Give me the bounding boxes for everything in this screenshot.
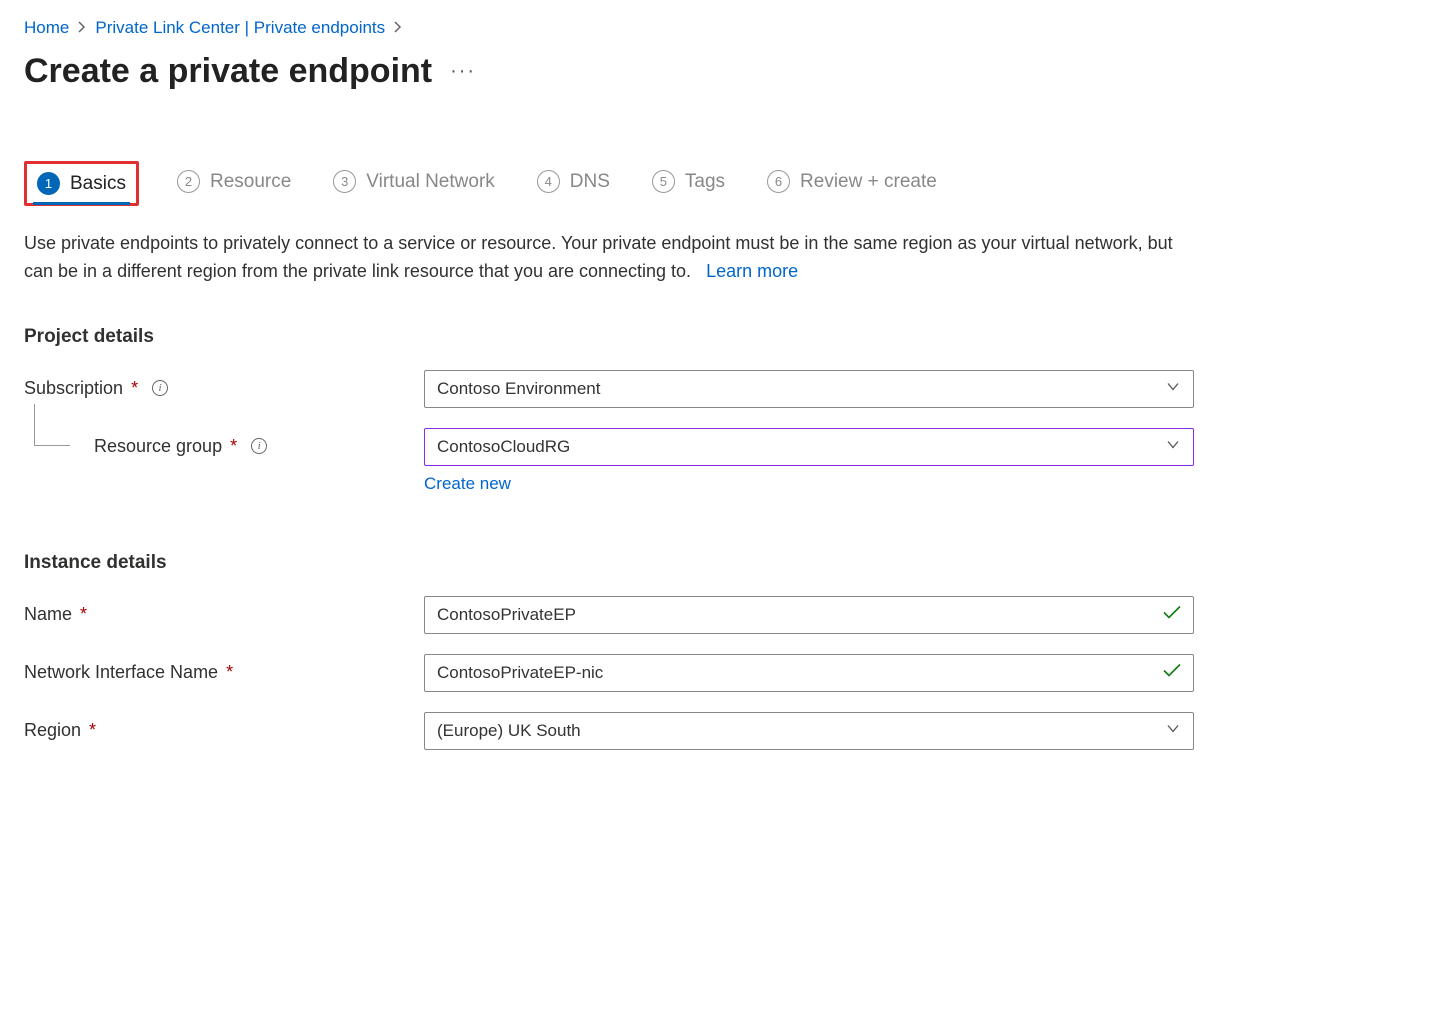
tab-label: Basics <box>70 173 126 195</box>
more-actions-button[interactable]: ··· <box>450 60 476 83</box>
select-value: (Europe) UK South <box>437 721 581 741</box>
label-text: Name <box>24 604 72 625</box>
step-number-icon: 6 <box>767 170 790 193</box>
required-asterisk: * <box>131 378 138 399</box>
breadcrumb-home[interactable]: Home <box>24 18 69 38</box>
create-new-link[interactable]: Create new <box>424 474 511 493</box>
label-nic-name: Network Interface Name * <box>24 654 424 683</box>
tab-tags[interactable]: 5 Tags <box>648 164 729 203</box>
chevron-right-icon <box>393 18 403 38</box>
description-body: Use private endpoints to privately conne… <box>24 233 1173 281</box>
label-text: Region <box>24 720 81 741</box>
tab-label: DNS <box>570 171 610 193</box>
required-asterisk: * <box>230 436 237 457</box>
info-icon[interactable]: i <box>251 438 267 454</box>
chevron-down-icon <box>1165 436 1181 457</box>
required-asterisk: * <box>80 604 87 625</box>
tab-label: Virtual Network <box>366 171 494 193</box>
step-number-icon: 2 <box>177 170 200 193</box>
tab-label: Review + create <box>800 171 937 193</box>
label-region: Region * <box>24 712 424 741</box>
step-number-icon: 1 <box>37 172 60 195</box>
required-asterisk: * <box>226 662 233 683</box>
label-text: Subscription <box>24 378 123 399</box>
subscription-select[interactable]: Contoso Environment <box>424 370 1194 408</box>
tab-virtual-network[interactable]: 3 Virtual Network <box>329 164 498 203</box>
region-select[interactable]: (Europe) UK South <box>424 712 1194 750</box>
label-text: Network Interface Name <box>24 662 218 683</box>
wizard-tabs: 1 Basics 2 Resource 3 Virtual Network 4 … <box>24 161 1426 206</box>
nic-name-input[interactable]: ContosoPrivateEP-nic <box>424 654 1194 692</box>
label-resource-group: Resource group * i <box>24 428 424 457</box>
info-icon[interactable]: i <box>152 380 168 396</box>
chevron-down-icon <box>1165 720 1181 741</box>
chevron-right-icon <box>77 18 87 38</box>
checkmark-icon <box>1163 605 1181 625</box>
page-title: Create a private endpoint <box>24 52 432 91</box>
section-instance-details: Instance details <box>24 552 1426 574</box>
learn-more-link[interactable]: Learn more <box>706 261 798 281</box>
select-value: Contoso Environment <box>437 379 600 399</box>
label-name: Name * <box>24 596 424 625</box>
tab-dns[interactable]: 4 DNS <box>533 164 614 203</box>
name-input[interactable]: ContosoPrivateEP <box>424 596 1194 634</box>
breadcrumb-private-link-center[interactable]: Private Link Center | Private endpoints <box>95 18 385 38</box>
highlight-box: 1 Basics <box>24 161 139 206</box>
resource-group-select[interactable]: ContosoCloudRG <box>424 428 1194 466</box>
tab-review-create[interactable]: 6 Review + create <box>763 164 941 203</box>
tree-connector-icon <box>34 404 70 446</box>
tab-resource[interactable]: 2 Resource <box>173 164 295 203</box>
description-text: Use private endpoints to privately conne… <box>24 230 1204 286</box>
label-subscription: Subscription * i <box>24 370 424 399</box>
required-asterisk: * <box>89 720 96 741</box>
tab-label: Tags <box>685 171 725 193</box>
section-project-details: Project details <box>24 326 1426 348</box>
breadcrumb: Home Private Link Center | Private endpo… <box>24 18 1426 38</box>
tab-basics[interactable]: 1 Basics <box>33 166 130 203</box>
step-number-icon: 3 <box>333 170 356 193</box>
chevron-down-icon <box>1165 378 1181 399</box>
input-value: ContosoPrivateEP <box>437 605 576 625</box>
input-value: ContosoPrivateEP-nic <box>437 663 603 683</box>
tab-label: Resource <box>210 171 291 193</box>
select-value: ContosoCloudRG <box>437 437 570 457</box>
label-text: Resource group <box>94 436 222 457</box>
step-number-icon: 5 <box>652 170 675 193</box>
checkmark-icon <box>1163 663 1181 683</box>
step-number-icon: 4 <box>537 170 560 193</box>
